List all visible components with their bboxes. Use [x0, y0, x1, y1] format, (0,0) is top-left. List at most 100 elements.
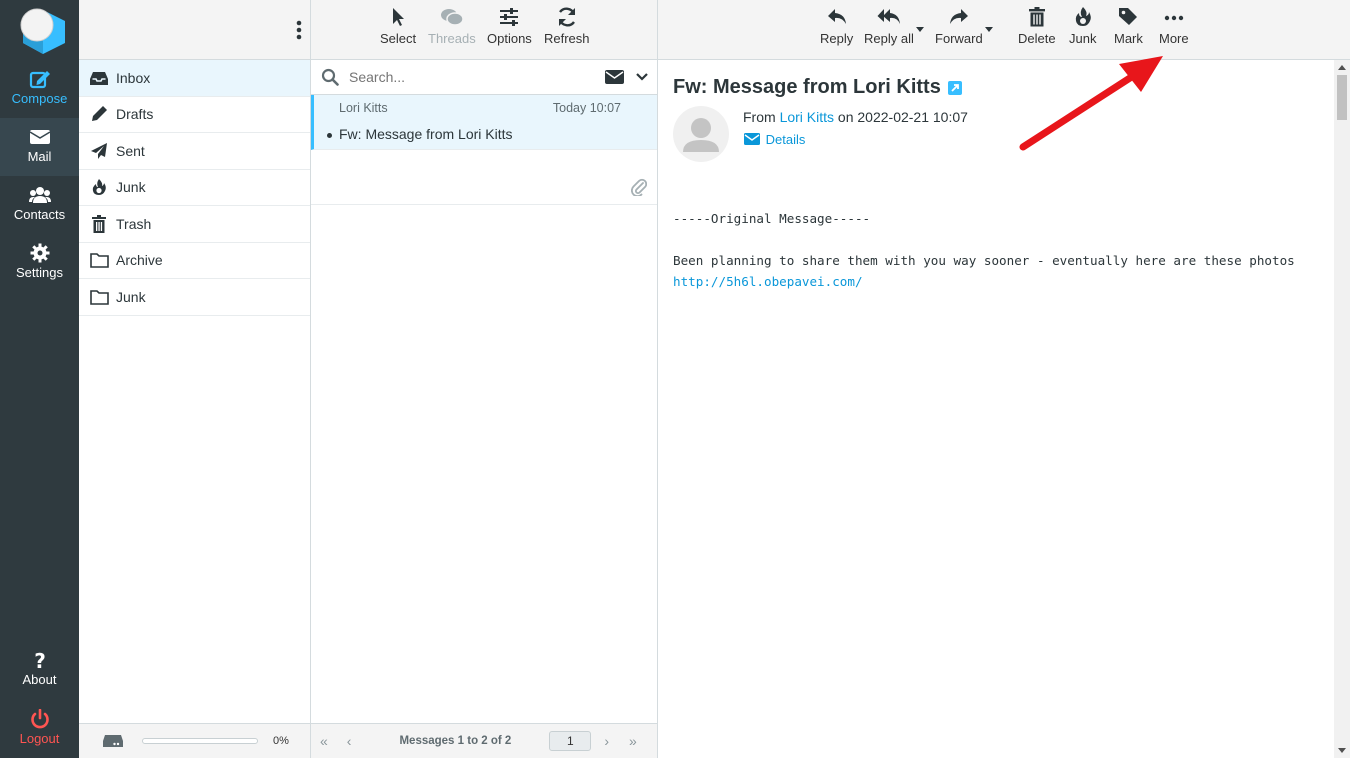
refresh-button[interactable]: Refresh: [544, 6, 590, 46]
sender-link[interactable]: Lori Kitts: [780, 109, 834, 125]
folder-sent[interactable]: Sent: [79, 133, 310, 170]
pointer-icon: [393, 8, 405, 26]
comments-icon: [440, 9, 464, 26]
list-pagination: « ‹ Messages 1 to 2 of 2 1 › »: [311, 723, 657, 758]
mark-button[interactable]: Mark: [1114, 6, 1143, 46]
folder-label: Drafts: [116, 106, 154, 123]
nav-contacts-label: Contacts: [13, 207, 66, 222]
message-view: Fw: Message from Lori Kitts From Lori Ki…: [658, 60, 1334, 758]
select-label: Select: [380, 31, 417, 46]
message-subject-heading: Fw: Message from Lori Kitts: [673, 76, 941, 98]
last-page-icon[interactable]: »: [629, 733, 637, 749]
forward-label: Forward: [935, 31, 983, 46]
nav-compose[interactable]: Compose: [0, 60, 79, 118]
reply-icon: [827, 9, 846, 24]
inbox-icon: [89, 69, 109, 87]
search-bar: [311, 60, 657, 95]
select-button[interactable]: Select: [380, 6, 416, 46]
next-page-icon[interactable]: ›: [604, 733, 609, 749]
nav-logout[interactable]: Logout: [0, 700, 79, 758]
reply-label: Reply: [820, 31, 854, 46]
folder-label: Junk: [116, 288, 146, 305]
folder-label: Trash: [116, 215, 152, 232]
nav-about-label: About: [22, 672, 57, 687]
reply-button[interactable]: Reply: [820, 6, 853, 46]
app-logo[interactable]: [0, 0, 79, 60]
first-page-icon[interactable]: «: [320, 733, 328, 749]
forward-dropdown-icon[interactable]: [985, 27, 993, 33]
delete-button[interactable]: Delete: [1018, 6, 1056, 46]
refresh-label: Refresh: [544, 31, 590, 46]
message-count: Messages 1 to 2 of 2: [399, 735, 512, 747]
body-text: Been planning to share them with you way…: [673, 253, 1295, 268]
reading-pane: Reply Reply all Forward Delete Junk Mark…: [658, 0, 1350, 758]
message-date: on 2022-02-21 10:07: [837, 109, 968, 125]
gear-icon: [30, 243, 49, 263]
options-button[interactable]: Options: [487, 6, 532, 46]
logo-icon: [20, 8, 65, 54]
nav-contacts[interactable]: Contacts: [0, 176, 79, 234]
unread-dot-icon: [327, 133, 332, 138]
scroll-down-icon[interactable]: [1338, 748, 1346, 754]
more-button[interactable]: More: [1159, 6, 1189, 46]
tag-icon: [1119, 8, 1138, 25]
refresh-icon: [558, 7, 575, 27]
paper-plane-icon: [89, 142, 109, 160]
folder-junk-2[interactable]: Junk: [79, 279, 310, 316]
reply-all-dropdown-icon[interactable]: [916, 27, 924, 33]
nav-mail[interactable]: Mail: [0, 118, 79, 176]
reader-scrollbar[interactable]: [1334, 60, 1350, 758]
forward-button[interactable]: Forward: [935, 6, 983, 46]
prev-page-icon[interactable]: ‹: [347, 733, 352, 749]
open-in-new-window-icon[interactable]: [948, 81, 962, 95]
nav-about[interactable]: ? About: [0, 641, 79, 699]
folder-archive[interactable]: Archive: [79, 243, 310, 279]
envelope-icon: [29, 130, 50, 144]
folder-trash[interactable]: Trash: [79, 206, 310, 243]
list-toolbar: Select Threads Options Refresh: [311, 0, 657, 60]
reply-all-button[interactable]: Reply all: [864, 6, 914, 46]
more-label: More: [1159, 31, 1189, 46]
folder-label: Junk: [116, 179, 146, 196]
folder-junk[interactable]: Junk: [79, 170, 310, 206]
message-from: Lori Kitts: [339, 101, 388, 115]
threads-button[interactable]: Threads: [428, 6, 476, 46]
kebab-menu-icon[interactable]: [296, 20, 302, 40]
details-toggle[interactable]: Details: [744, 132, 805, 147]
folder-drafts[interactable]: Drafts: [79, 97, 310, 133]
threads-label: Threads: [428, 31, 476, 46]
reader-toolbar: Reply Reply all Forward Delete Junk Mark…: [658, 0, 1350, 60]
nav-logout-label: Logout: [19, 731, 60, 746]
folder-pane-header: [79, 0, 310, 60]
junk-label: Junk: [1069, 31, 1097, 46]
main-nav: Compose Mail Contacts Settings ? About L…: [0, 0, 79, 758]
body-original-header: -----Original Message-----: [673, 211, 871, 226]
question-icon: ?: [34, 650, 46, 670]
message-list-pane: Select Threads Options Refresh Lori Kitt…: [311, 0, 658, 758]
message-list-item[interactable]: Lori Kitts Today 10:07 Fw: Message from …: [311, 95, 657, 150]
search-input[interactable]: [349, 69, 589, 85]
scroll-up-icon[interactable]: [1338, 64, 1346, 70]
page-number-input[interactable]: 1: [549, 731, 592, 751]
search-icon: [321, 68, 339, 86]
compose-icon: [29, 71, 50, 89]
chevron-down-icon[interactable]: [636, 72, 648, 82]
folder-label: Archive: [116, 252, 163, 269]
envelope-icon: [744, 133, 760, 145]
fire-icon: [89, 178, 109, 196]
junk-button[interactable]: Junk: [1069, 6, 1096, 46]
folder-icon: [89, 288, 109, 306]
folder-inbox[interactable]: Inbox: [79, 60, 310, 97]
nav-compose-label: Compose: [11, 91, 68, 106]
folder-icon: [89, 251, 109, 269]
message-from-line: From Lori Kitts on 2022-02-21 10:07: [743, 109, 968, 125]
nav-settings[interactable]: Settings: [0, 234, 79, 292]
folder-label: Inbox: [116, 69, 151, 86]
envelope-filter-icon[interactable]: [605, 70, 624, 84]
details-link[interactable]: Details: [766, 132, 806, 147]
hard-drive-icon: [103, 735, 123, 747]
body-link[interactable]: http://5h6l.obepavei.com/: [673, 274, 863, 289]
scrollbar-thumb[interactable]: [1337, 75, 1347, 120]
delete-label: Delete: [1018, 31, 1056, 46]
message-list-item-2[interactable]: [311, 150, 657, 205]
